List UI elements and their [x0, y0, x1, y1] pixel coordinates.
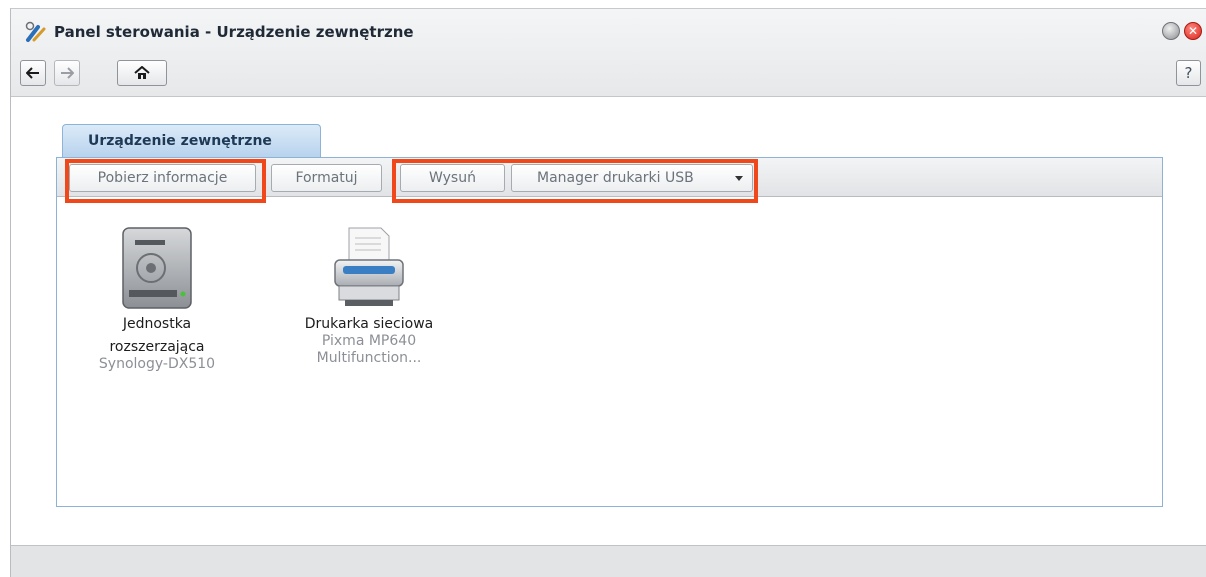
device-name-line: rozszerzająca: [109, 339, 205, 355]
tab-external-device[interactable]: Urządzenie zewnętrzne: [62, 124, 321, 158]
device-name-line: Jednostka: [122, 316, 192, 332]
device-name-line: Drukarka sieciowa: [304, 316, 434, 332]
printer-icon: [334, 227, 404, 306]
close-icon[interactable]: ✕: [1184, 22, 1202, 40]
control-panel-window: Panel sterowania - Urządzenie zewnętrzne…: [10, 8, 1206, 577]
hard-drive-icon: [122, 227, 192, 309]
tab-label: Urządzenie zewnętrzne: [88, 133, 272, 149]
device-detail: Multifunction...: [316, 350, 422, 366]
highlight-box: [392, 159, 758, 203]
control-panel-icon: [25, 21, 46, 42]
arrow-right-icon: [61, 67, 74, 79]
toolbar: Pobierz informacje Formatuj Wysuń Manage…: [57, 158, 1162, 203]
arrow-left-icon: [26, 67, 39, 79]
device-detail: Synology-DX510: [98, 356, 216, 372]
device-detail: Pixma MP640: [321, 333, 417, 349]
forward-button[interactable]: [54, 60, 80, 86]
window-title: Panel sterowania - Urządzenie zewnętrzne: [54, 23, 414, 41]
device-panel: Pobierz informacje Formatuj Wysuń Manage…: [56, 157, 1163, 507]
title-bar: Panel sterowania - Urządzenie zewnętrzne…: [11, 9, 1206, 97]
highlight-box: [65, 159, 266, 203]
home-icon: [134, 66, 150, 79]
minimize-icon[interactable]: [1162, 22, 1180, 40]
status-bar: [11, 545, 1206, 577]
home-button[interactable]: [117, 60, 167, 86]
content-area: Urządzenie zewnętrzne Pobierz informacje…: [11, 97, 1206, 545]
device-item-network-printer[interactable]: Drukarka sieciowa Pixma MP640 Multifunct…: [279, 226, 459, 367]
back-button[interactable]: [20, 60, 46, 86]
device-item-expansion-unit[interactable]: Jednostka rozszerzająca Synology-DX510: [67, 226, 247, 373]
help-button[interactable]: ?: [1176, 60, 1201, 86]
format-button[interactable]: Formatuj: [271, 164, 382, 192]
